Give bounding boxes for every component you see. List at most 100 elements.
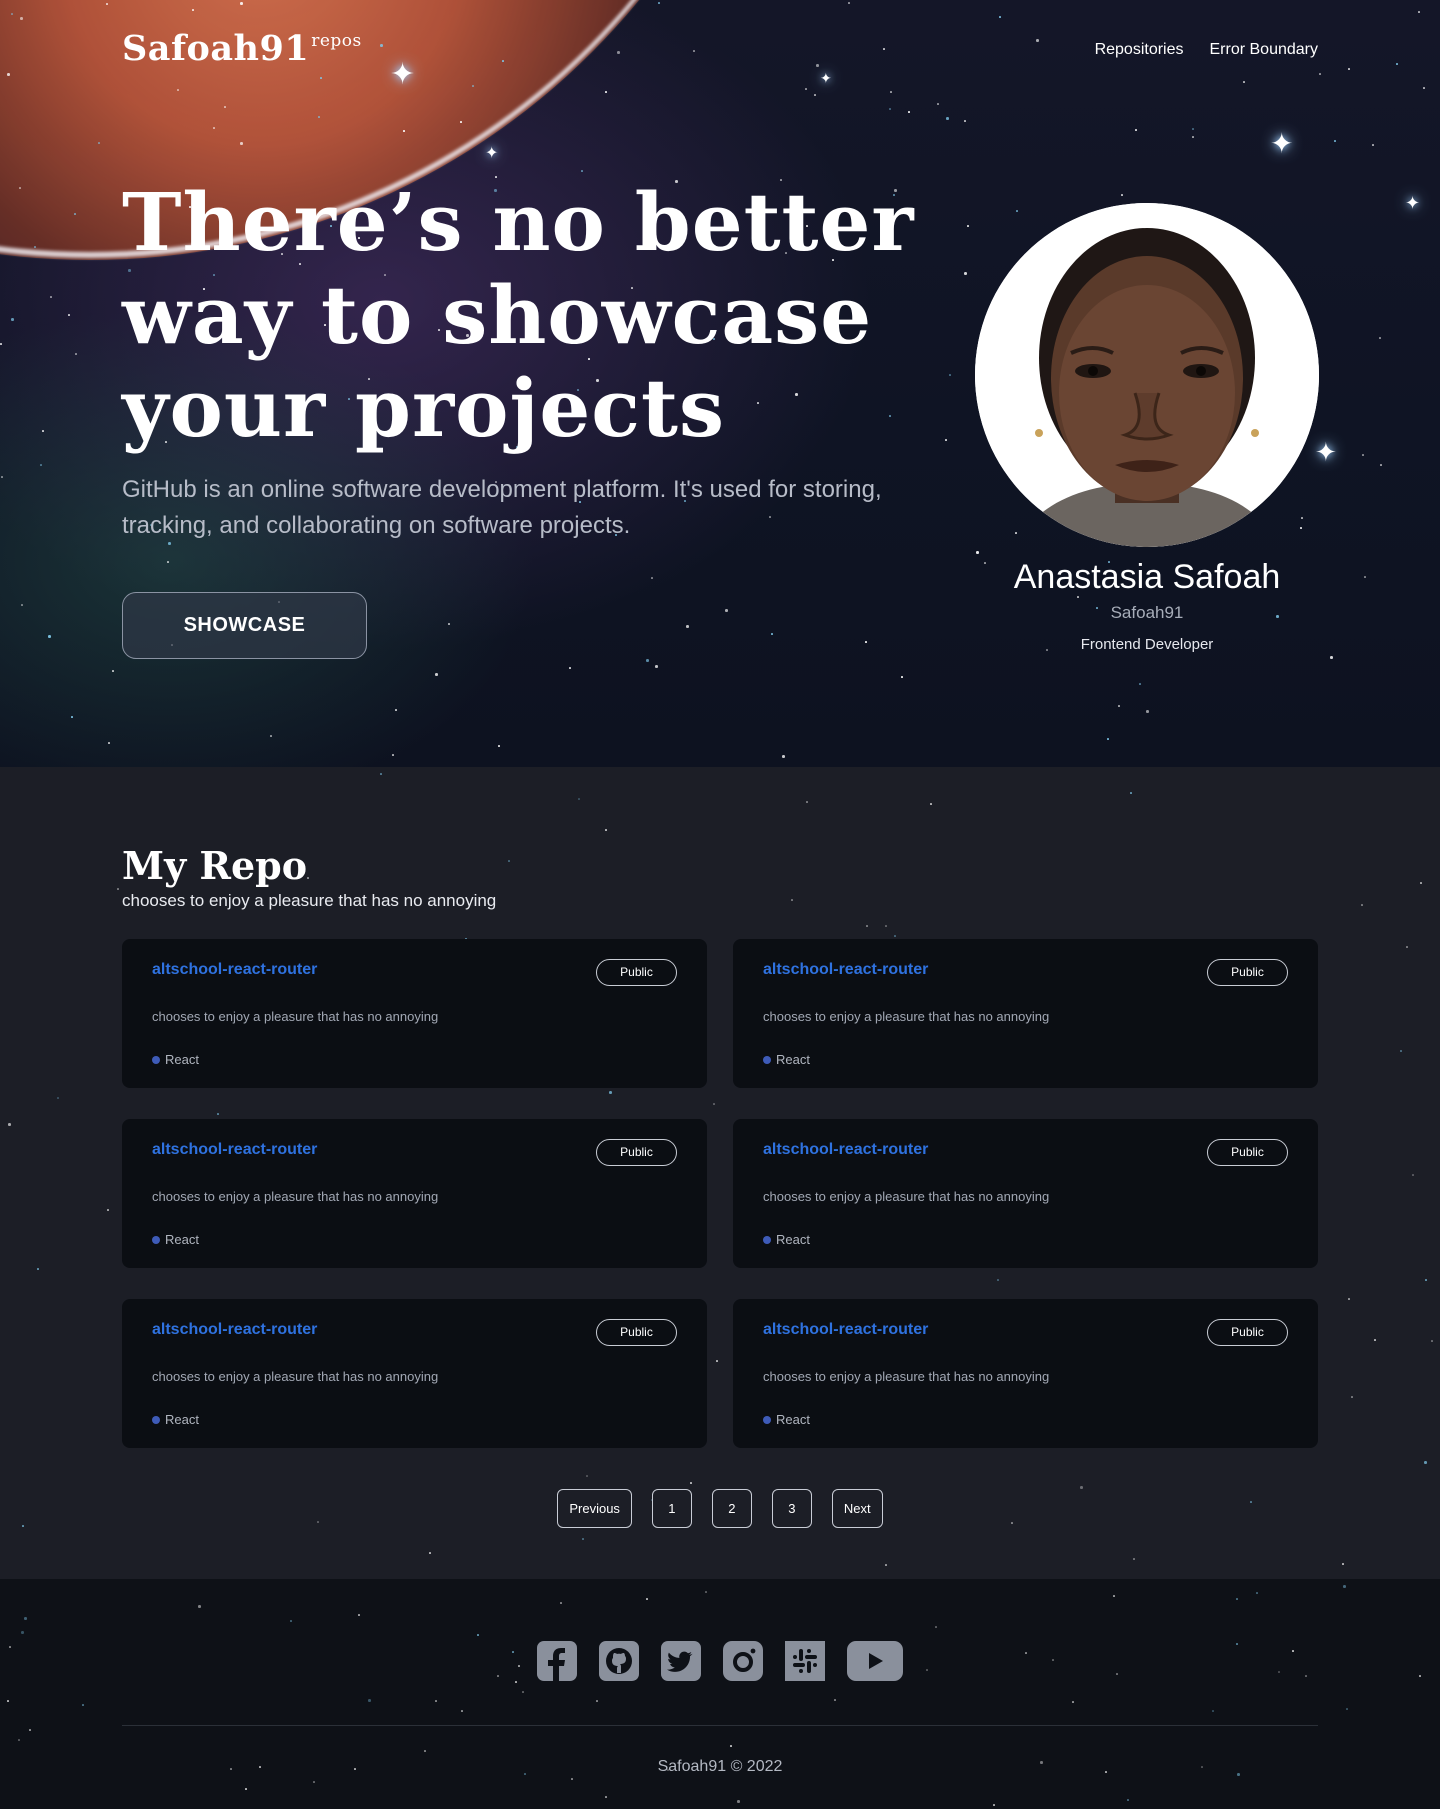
star [646, 659, 649, 662]
star [617, 51, 620, 54]
star [582, 1538, 584, 1540]
next-page-button[interactable]: Next [831, 1489, 883, 1528]
page-button-2[interactable]: 2 [711, 1489, 752, 1528]
star [814, 94, 816, 96]
repo-card[interactable]: altschool-react-router Public chooses to… [733, 1299, 1318, 1448]
footer-divider [122, 1725, 1318, 1726]
star [307, 877, 309, 879]
visibility-badge: Public [1207, 1319, 1288, 1346]
star [240, 142, 243, 145]
star [1192, 136, 1194, 138]
nav-link-repositories[interactable]: Repositories [1095, 41, 1184, 59]
star [11, 318, 14, 321]
repo-card[interactable]: altschool-react-router Public chooses to… [122, 1119, 707, 1268]
instagram-icon[interactable] [723, 1641, 763, 1681]
repo-card[interactable]: altschool-react-router Public chooses to… [733, 1119, 1318, 1268]
twitter-icon[interactable] [661, 1641, 701, 1681]
repo-title-link[interactable]: altschool-react-router [152, 1321, 317, 1339]
repo-title-link[interactable]: altschool-react-router [763, 961, 928, 979]
star [967, 225, 969, 227]
star [782, 755, 785, 758]
hero-description: GitHub is an online software development… [122, 476, 882, 539]
star [834, 1699, 836, 1701]
repo-title-link[interactable]: altschool-react-router [152, 1141, 317, 1159]
star [460, 121, 462, 123]
brand-logo[interactable]: Safoah91 repos [122, 28, 362, 69]
sparkle-star-icon: ✦ [1270, 127, 1294, 160]
language-dot-icon [763, 1415, 771, 1424]
avatar-portrait-image [975, 203, 1319, 547]
star [217, 1113, 219, 1115]
brand-superscript: repos [311, 31, 362, 51]
visibility-badge: Public [596, 959, 677, 986]
star [107, 1209, 109, 1211]
language-dot-icon [763, 1055, 771, 1064]
star [1425, 1279, 1427, 1281]
star [106, 3, 108, 5]
star [37, 1268, 39, 1270]
slack-icon[interactable] [785, 1641, 825, 1681]
repo-card[interactable]: altschool-react-router Public chooses to… [122, 1299, 707, 1448]
star [1212, 1710, 1214, 1712]
star [24, 1617, 27, 1620]
star [75, 353, 77, 355]
star [805, 88, 807, 90]
profile-name: Anastasia Safoah [1013, 558, 1281, 596]
star [571, 1778, 573, 1780]
star [1301, 517, 1303, 519]
star [935, 1626, 937, 1628]
github-icon[interactable] [599, 1641, 639, 1681]
repo-card[interactable]: altschool-react-router Public chooses to… [733, 939, 1318, 1088]
repo-title-link[interactable]: altschool-react-router [763, 1321, 928, 1339]
star [21, 604, 23, 606]
star [240, 2, 243, 5]
repo-description: chooses to enjoy a pleasure that has no … [763, 1009, 1050, 1024]
star [1127, 1799, 1129, 1801]
star [1036, 39, 1039, 42]
repo-title-link[interactable]: altschool-react-router [763, 1141, 928, 1159]
visibility-badge: Public [596, 1319, 677, 1346]
previous-page-button[interactable]: Previous [557, 1489, 632, 1528]
social-links [0, 1641, 1440, 1681]
star [1130, 792, 1132, 794]
page-button-1[interactable]: 1 [651, 1489, 692, 1528]
star [976, 551, 979, 554]
repo-description: chooses to enjoy a pleasure that has no … [763, 1189, 1050, 1204]
star [461, 1710, 463, 1712]
star [1400, 1050, 1402, 1052]
star [74, 213, 76, 215]
repo-description: chooses to enjoy a pleasure that has no … [763, 1369, 1050, 1384]
star [791, 899, 793, 901]
star [192, 9, 194, 11]
star [1351, 1396, 1353, 1398]
star [997, 1279, 999, 1281]
star [1243, 81, 1245, 83]
star [1015, 532, 1017, 534]
star [771, 633, 773, 635]
star [560, 1602, 562, 1604]
star [424, 1750, 426, 1752]
star [290, 1620, 292, 1622]
copyright-text: Safoah91 © 2022 [657, 1758, 783, 1775]
page-button-3[interactable]: 3 [771, 1489, 812, 1528]
youtube-icon[interactable] [847, 1641, 903, 1681]
repos-section: My Repo chooses to enjoy a pleasure that… [0, 767, 1440, 1579]
repo-card[interactable]: altschool-react-router Public chooses to… [122, 939, 707, 1088]
star [1139, 683, 1141, 685]
showcase-button[interactable]: SHOWCASE [122, 592, 367, 659]
footer: Safoah91 © 2022 [0, 1579, 1440, 1809]
repo-description: chooses to enjoy a pleasure that has no … [152, 1009, 439, 1024]
nav-link-error-boundary[interactable]: Error Boundary [1210, 41, 1319, 59]
facebook-icon[interactable] [537, 1641, 577, 1681]
star [605, 1796, 607, 1798]
repo-language: React [152, 1412, 199, 1427]
star [578, 798, 580, 800]
repo-title-link[interactable]: altschool-react-router [152, 961, 317, 979]
star [816, 64, 819, 67]
star [705, 1591, 707, 1593]
star [1, 476, 3, 478]
star [1372, 144, 1374, 146]
star [1343, 1585, 1346, 1588]
visibility-badge: Public [1207, 959, 1288, 986]
star [358, 1614, 360, 1616]
